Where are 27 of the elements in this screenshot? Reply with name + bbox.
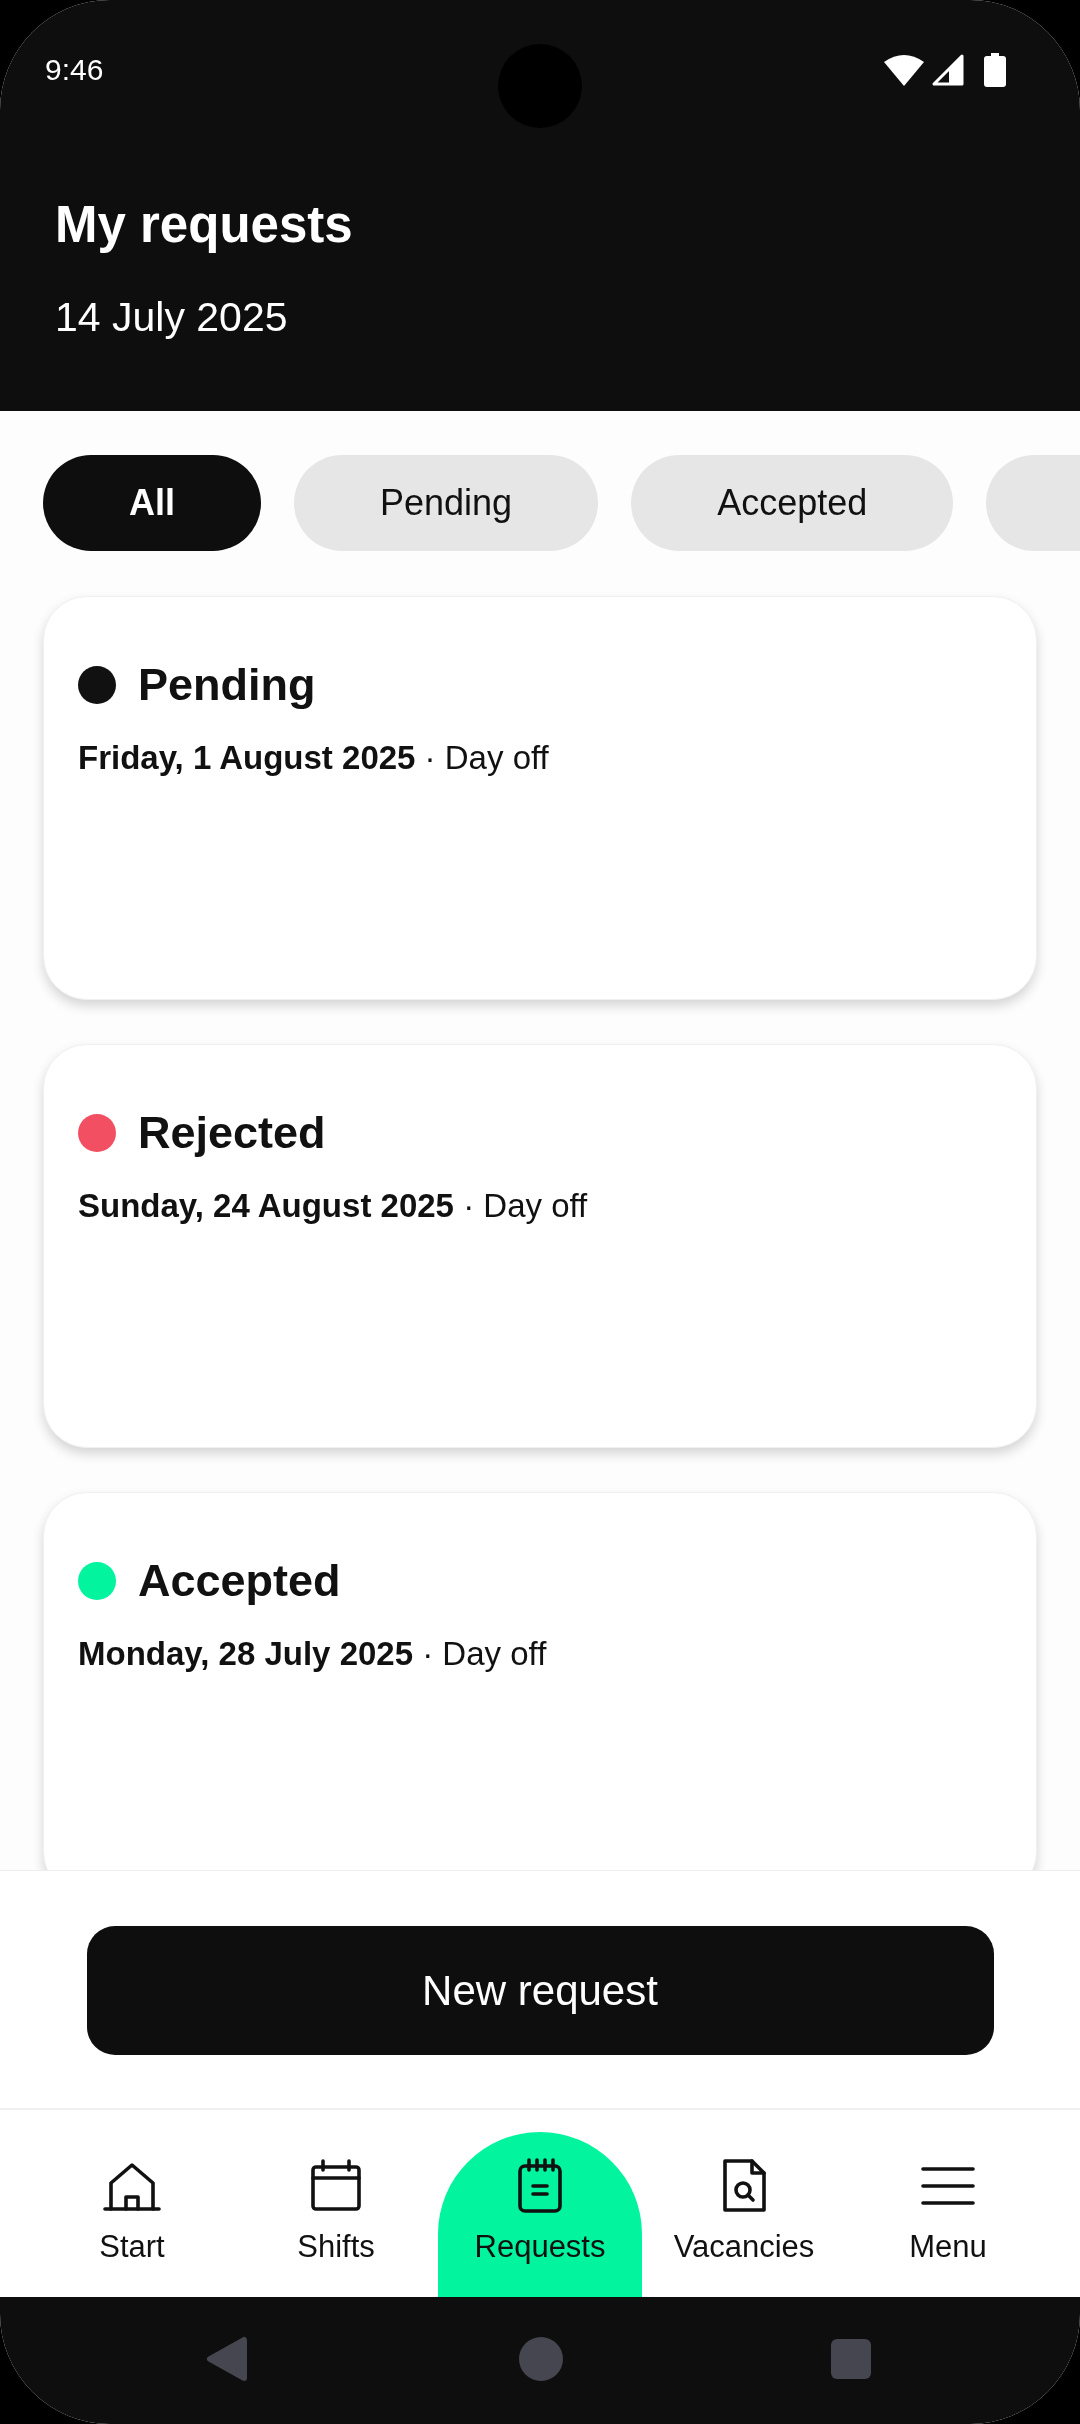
nav-tab[interactable]: Menu — [846, 2132, 1050, 2297]
nav-tab[interactable]: Shifts — [234, 2132, 438, 2297]
nav-tab[interactable]: Start — [30, 2132, 234, 2297]
signal-icon — [932, 54, 964, 86]
request-card[interactable]: Accepted Monday, 28 July 2025 · Day off — [43, 1492, 1037, 1870]
request-status: Pending — [138, 658, 316, 712]
nav-tab[interactable]: Vacancies — [642, 2132, 846, 2297]
request-card[interactable]: Rejected Sunday, 24 August 2025 · Day off — [43, 1044, 1037, 1448]
request-details: Sunday, 24 August 2025 · Day off — [78, 1186, 589, 1226]
wifi-icon — [884, 54, 924, 86]
battery-icon — [984, 53, 1006, 87]
request-details: Monday, 28 July 2025 · Day off — [78, 1634, 548, 1674]
status-time: 9:46 — [45, 53, 104, 87]
new-request-button[interactable]: New request — [86, 1926, 994, 2055]
request-status: Accepted — [138, 1554, 341, 1608]
page-title: My requests — [55, 195, 354, 255]
filter-chip[interactable]: Accepted — [631, 455, 954, 551]
recents-icon[interactable] — [831, 2338, 871, 2379]
nav-tab[interactable]: Requests — [438, 2132, 642, 2297]
request-details: Friday, 1 August 2025 · Day off — [78, 738, 550, 778]
back-icon[interactable] — [206, 2335, 248, 2382]
home-icon[interactable] — [519, 2336, 563, 2381]
filter-chip[interactable]: Pending — [294, 455, 599, 551]
page-date: 14 July 2025 — [55, 293, 289, 342]
filter-chip[interactable]: All — [43, 455, 261, 551]
request-card[interactable]: Pending Friday, 1 August 2025 · Day off — [43, 596, 1037, 1000]
request-status: Rejected — [138, 1106, 326, 1160]
